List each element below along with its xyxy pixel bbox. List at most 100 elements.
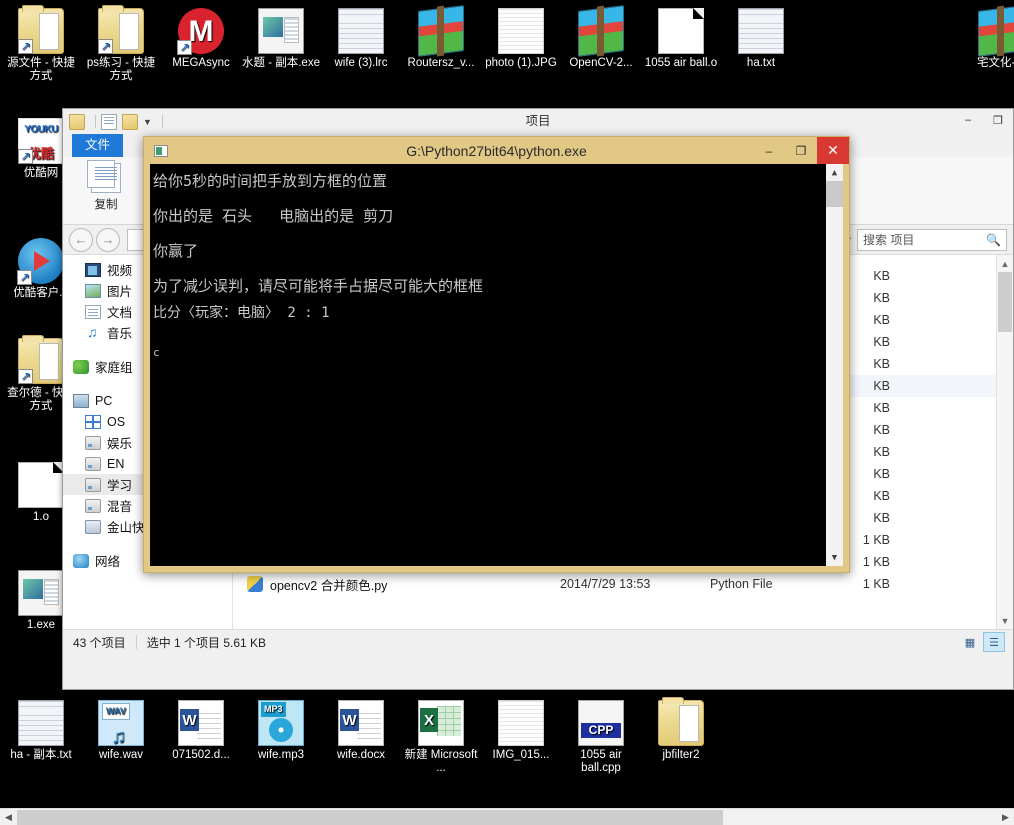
cpp-source-icon <box>578 700 624 746</box>
desktop-icon[interactable]: jbfilter2 <box>642 697 720 762</box>
copy-label: 复制 <box>94 199 118 211</box>
chevron-down-icon[interactable]: ▼ <box>143 117 152 127</box>
music-library-icon <box>85 324 101 340</box>
desktop-icon[interactable]: 水题 - 副本.exe <box>242 8 320 70</box>
desktop-icon[interactable]: ha - 副本.txt <box>2 700 80 762</box>
desktop-icon-label: wife.mp3 <box>257 749 305 761</box>
search-input[interactable]: 搜索 项目 🔍 <box>857 228 1007 251</box>
shortcut-arrow-icon <box>98 39 113 54</box>
text-document-icon <box>738 8 784 54</box>
excel-document-icon <box>418 700 464 746</box>
desktop-icon-label: 宅文化-... <box>977 57 1014 69</box>
folder-icon[interactable] <box>69 113 85 130</box>
new-folder-icon[interactable] <box>122 113 138 130</box>
scrollbar-thumb[interactable] <box>998 272 1012 332</box>
desktop-icon[interactable]: Routersz_v... <box>402 5 480 70</box>
youku-web-shortcut-icon <box>18 118 64 164</box>
console-screen[interactable]: 给你5秒的时间把手放到方框的位置 你出的是 石头 电脑出的是 剪刀 你赢了 为了减少误… <box>150 164 843 566</box>
console-title-bar[interactable]: G:\Python27bit64\python.exe – ❐ ✕ <box>144 137 849 164</box>
desktop-icon[interactable]: 宅文化-... <box>962 5 1014 70</box>
desktop-icon[interactable]: 源文件 - 快捷方式 <box>2 5 80 83</box>
drive-icon <box>85 456 101 471</box>
view-mode-buttons[interactable]: ▦ ☰ <box>957 632 1013 652</box>
chevron-down-icon[interactable]: ▼ <box>826 549 843 566</box>
maximize-button[interactable]: ❐ <box>785 137 817 164</box>
sidebar-item-label: 音乐 <box>107 327 133 341</box>
photo-image-icon <box>498 8 544 54</box>
desktop-icon[interactable]: ps练习 - 快捷方式 <box>82 5 160 83</box>
sidebar-item-label: 视频 <box>107 264 133 278</box>
copy-icon <box>87 160 121 193</box>
kingsoft-disk-icon <box>85 519 101 534</box>
shortcut-arrow-icon <box>18 39 33 54</box>
chevron-up-icon[interactable]: ▲ <box>826 164 843 181</box>
triangle-left-icon[interactable]: ◀ <box>0 812 17 823</box>
copy-button[interactable]: 复制 <box>77 160 135 212</box>
text-document-icon <box>18 700 64 746</box>
folder-shortcut-icon <box>18 335 64 384</box>
explorer-quick-access-toolbar[interactable]: ▼ 项目 – ❐ <box>63 109 1013 134</box>
screen: 源文件 - 快捷方式 ps练习 - 快捷方式 MEGAsync 水题 - 副本.exe… <box>0 0 1014 825</box>
desktop-icon[interactable]: ha.txt <box>722 8 800 70</box>
page-horizontal-scrollbar[interactable]: ◀ ▶ <box>0 808 1014 825</box>
desktop-icon[interactable]: 071502.d... <box>162 700 240 762</box>
desktop-icon[interactable]: photo (1).JPG <box>482 8 560 70</box>
desktop-icon[interactable]: wife.wav <box>82 700 160 762</box>
desktop-icon-label: 源文件 - 快捷方式 <box>7 57 75 82</box>
desktop-icon[interactable]: 1055 air ball.cpp <box>562 700 640 775</box>
desktop-icon-label: MEGAsync <box>172 57 230 69</box>
console-scrollbar[interactable]: ▲ ▼ <box>826 164 843 566</box>
word-document-icon <box>338 700 384 746</box>
details-view-icon[interactable]: ☰ <box>983 632 1005 652</box>
desktop-icon[interactable]: wife.docx <box>322 700 400 762</box>
wav-audio-icon <box>98 700 144 746</box>
shortcut-arrow-icon <box>18 149 33 164</box>
explorer-window-controls[interactable]: – ❐ <box>953 109 1013 131</box>
exe-icon <box>258 8 304 54</box>
scrollbar-thumb[interactable] <box>17 809 723 825</box>
properties-icon[interactable] <box>101 113 117 130</box>
triangle-right-icon[interactable]: ▶ <box>997 812 1014 823</box>
minimize-button[interactable]: – <box>753 137 785 164</box>
tab-file[interactable]: 文件 <box>72 131 124 157</box>
maximize-button[interactable]: ❐ <box>983 109 1013 131</box>
console-window-controls[interactable]: – ❐ ✕ <box>753 137 849 164</box>
drive-icon <box>85 435 101 450</box>
desktop-icon[interactable]: OpenCV-2... <box>562 5 640 70</box>
desktop-icon[interactable]: 新建 Microsoft ... <box>402 700 480 775</box>
video-library-icon <box>85 262 101 277</box>
arrow-left-icon[interactable]: ← <box>69 227 93 252</box>
sidebar-item-label: 文档 <box>107 306 133 320</box>
winrar-archive-icon <box>578 5 624 57</box>
chevron-up-icon[interactable]: ▲ <box>997 255 1013 272</box>
minimize-button[interactable]: – <box>953 109 983 131</box>
sidebar-item-label: 网络 <box>95 555 121 569</box>
desktop-icon-label: ps练习 - 快捷方式 <box>86 57 156 82</box>
file-list-scrollbar[interactable]: ▲ ▼ <box>996 255 1013 629</box>
network-icon <box>73 553 89 568</box>
python-console-window[interactable]: G:\Python27bit64\python.exe – ❐ ✕ 给你5秒的时… <box>143 136 850 573</box>
arrow-right-icon[interactable]: → <box>96 227 120 252</box>
console-title: G:\Python27bit64\python.exe <box>406 142 587 159</box>
sidebar-item-label: 学习 <box>107 479 133 493</box>
chevron-down-icon[interactable]: ▼ <box>997 612 1013 629</box>
desktop-icon[interactable]: wife.mp3 <box>242 700 320 762</box>
table-row[interactable]: opencv2 合并颜色.py 2014/7/29 13:53 Python Fil… <box>233 573 1013 595</box>
blank-document-icon <box>18 462 64 508</box>
console-score-line: 比分〈玩家：电脑〉 2 : 1 <box>153 305 330 321</box>
desktop-icon-label: 071502.d... <box>172 749 230 761</box>
scrollbar-track[interactable] <box>17 809 997 825</box>
shortcut-arrow-icon <box>18 369 33 384</box>
megasync-icon <box>177 8 224 55</box>
python-file-icon <box>247 576 263 592</box>
exe-icon <box>18 570 64 616</box>
photo-image-icon <box>498 700 544 746</box>
large-icons-view-icon[interactable]: ▦ <box>959 632 981 652</box>
console-output: 给你5秒的时间把手放到方框的位置 你出的是 石头 电脑出的是 剪刀 你赢了 为了减少误… <box>153 164 823 362</box>
desktop-icon[interactable]: MEGAsync <box>162 8 240 70</box>
desktop-icon[interactable]: 1055 air ball.o <box>642 8 720 70</box>
desktop-icon[interactable]: IMG_015... <box>482 700 560 762</box>
close-button[interactable]: ✕ <box>817 137 849 164</box>
desktop-icon[interactable]: wife (3).lrc <box>322 8 400 70</box>
scrollbar-thumb[interactable] <box>826 181 843 207</box>
